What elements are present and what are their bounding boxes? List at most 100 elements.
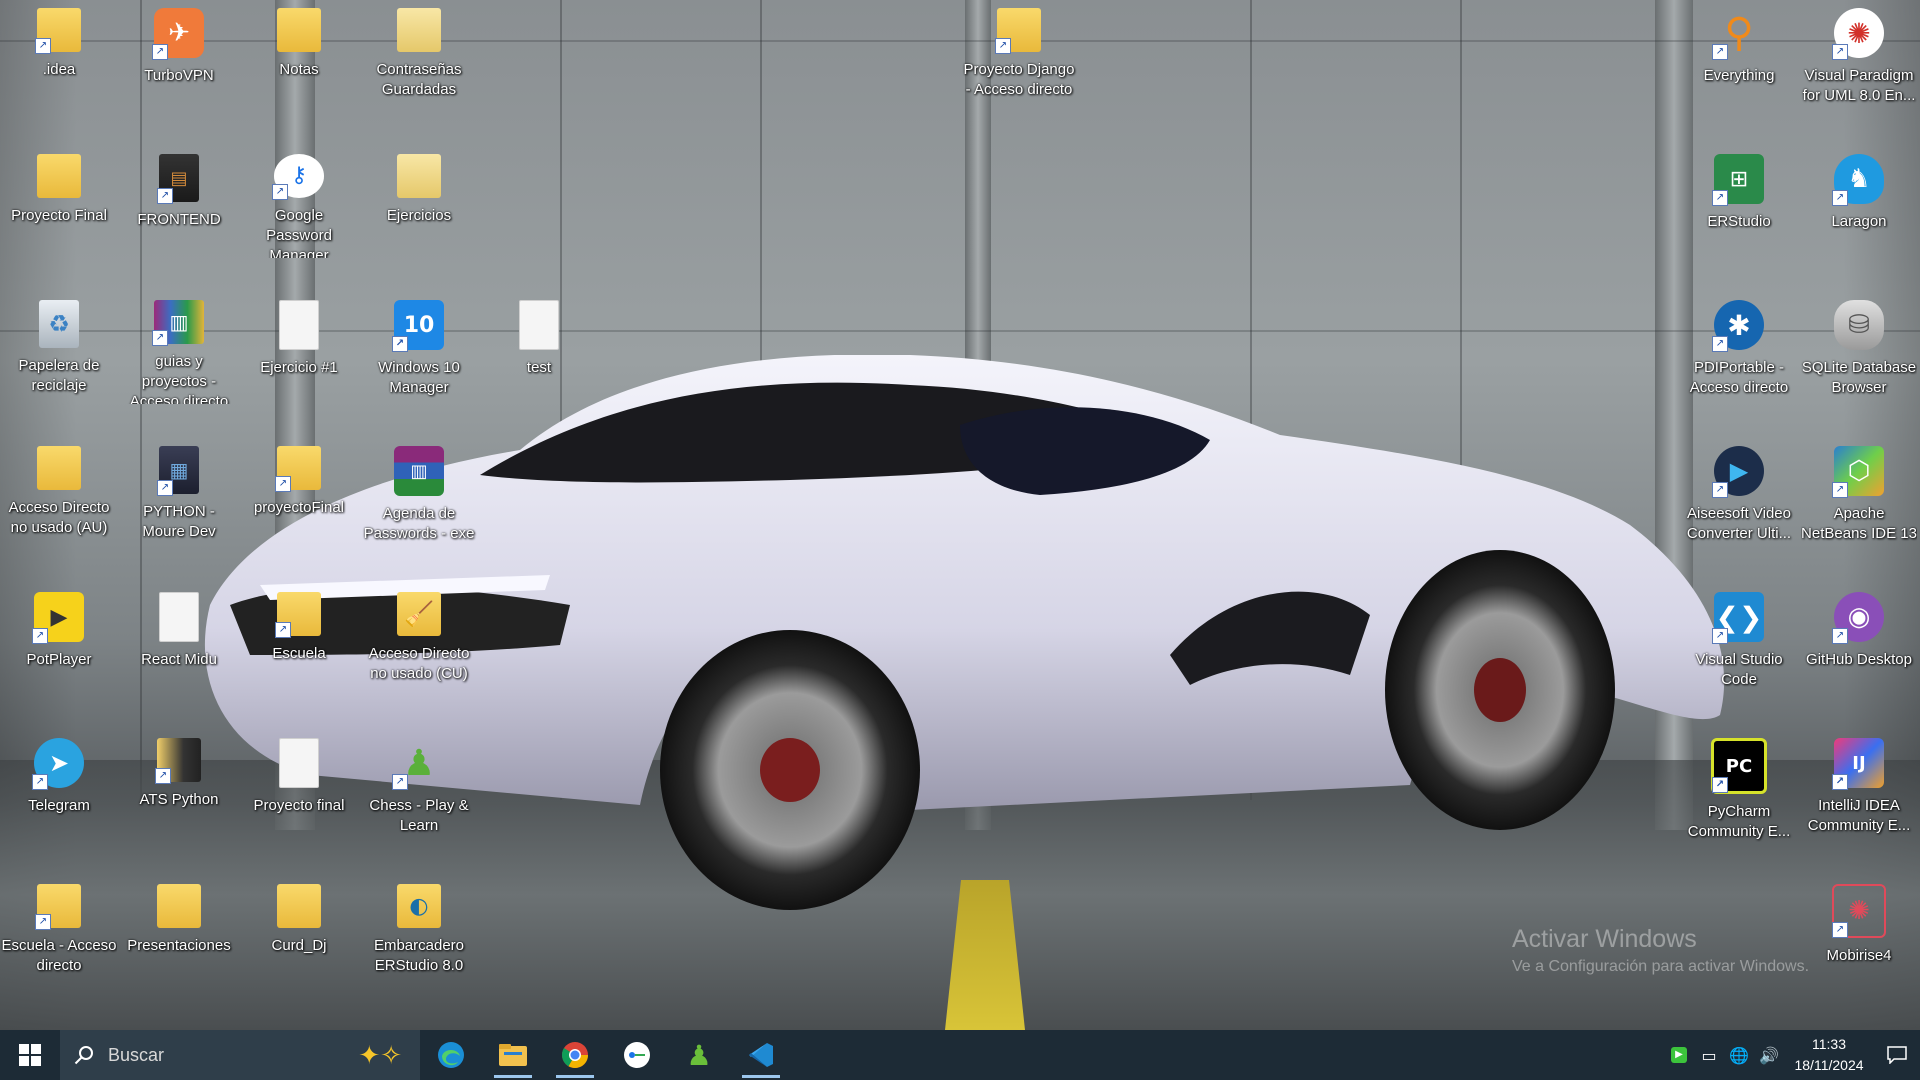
desktop-icon-ejercicios[interactable]: Ejercicios [361, 146, 477, 258]
taskbar-chess[interactable]: ♟ [668, 1030, 730, 1080]
desktop-icon-chess[interactable]: ♟ ↗ Chess - Play & Learn [361, 730, 477, 842]
icon-label: Agenda de Passwords - exe [363, 505, 475, 542]
edge-icon [438, 1042, 464, 1068]
search-icon [74, 1046, 93, 1065]
desktop-icon-recycle-bin[interactable]: ♻ Papelera de reciclaje [1, 292, 117, 404]
icon-label: Aiseesoft Video Converter Ulti... [1686, 505, 1792, 542]
desktop-icon-netbeans[interactable]: ⬡ ↗ Apache NetBeans IDE 13 [1801, 438, 1917, 550]
search-input[interactable] [106, 1043, 310, 1067]
icon-label: Ejercicios [386, 207, 452, 224]
desktop-icon-potplayer[interactable]: ▶ ↗ PotPlayer [1, 584, 117, 696]
frontend-shortcut-icon: ▤ ↗ [157, 154, 199, 204]
taskbar-chrome[interactable] [544, 1030, 606, 1080]
folder-icon [37, 154, 81, 198]
desktop-icon-react-midu[interactable]: React Midu [121, 584, 237, 696]
desktop-icon-curd-dj[interactable]: Curd_Dj [241, 876, 357, 988]
desktop-icon-everything[interactable]: ⚲ ↗ Everything [1681, 0, 1797, 112]
desktop-icon-ejercicio-1[interactable]: Ejercicio #1 [241, 292, 357, 404]
icon-label: ERStudio [1707, 213, 1771, 230]
netbeans-icon: ⬡ ↗ [1832, 446, 1884, 498]
media-play-icon[interactable]: ▶ [1664, 1030, 1694, 1080]
embarcadero-icon: ◐ [397, 884, 441, 928]
icon-label: Proyecto final [253, 797, 345, 814]
file-icon [519, 300, 559, 350]
desktop-icon-github-desktop[interactable]: ◉ ↗ GitHub Desktop [1801, 584, 1917, 696]
desktop-icon-aiseesoft[interactable]: ▶ ↗ Aiseesoft Video Converter Ulti... [1681, 438, 1797, 550]
activation-watermark: Activar Windows Ve a Configuración para … [1512, 925, 1809, 976]
desktop-icon-test[interactable]: test [481, 292, 597, 404]
desktop-icon-escuela-acceso[interactable]: ↗ Escuela - Acceso directo [1, 876, 117, 988]
desktop-icon-sqlite-browser[interactable]: ⛁ SQLite Database Browser [1801, 292, 1917, 404]
icon-label: FRONTEND [137, 211, 221, 228]
desktop-icon-notas[interactable]: Notas [241, 0, 357, 112]
desktop-icon-pycharm[interactable]: PC ↗ PyCharm Community E... [1681, 730, 1797, 842]
taskbar: ✦✧ ♟ [0, 1030, 1920, 1080]
notification-icon [1887, 1046, 1907, 1064]
taskbar-file-explorer[interactable] [482, 1030, 544, 1080]
desktop-icon-agenda-passwords[interactable]: ▥ Agenda de Passwords - exe [361, 438, 477, 550]
desktop-icon-pdiportable[interactable]: ✱ ↗ PDIPortable - Acceso directo [1681, 292, 1797, 404]
icon-label: Acceso Directo no usado (AU) [8, 499, 110, 536]
telegram-icon: ➤ ↗ [32, 738, 84, 790]
icon-label: Curd_Dj [271, 937, 327, 954]
search-highlight-sparkle-icon[interactable]: ✦✧ [358, 1040, 402, 1071]
folder-icon [37, 446, 81, 490]
sqlite-browser-icon: ⛁ [1834, 300, 1884, 350]
icon-label: Apache NetBeans IDE 13 [1801, 505, 1917, 542]
desktop-icon-escuela[interactable]: ↗ Escuela [241, 584, 357, 696]
taskbar-search[interactable]: ✦✧ [60, 1030, 420, 1080]
desktop-icon-guias[interactable]: ▥ ↗ guias y proyectos - Acceso directo [121, 292, 237, 404]
desktop-icon-google-password-manager[interactable]: ⚷ ↗ Google Password Manager [241, 146, 357, 258]
desktop-icon-proyecto-final[interactable]: Proyecto Final [1, 146, 117, 258]
desktop-icon-embarcadero[interactable]: ◐ Embarcadero ERStudio 8.0 [361, 876, 477, 988]
icon-label: Notas [279, 61, 319, 78]
desktop-icon-proyecto-django[interactable]: ↗ Proyecto Django - Acceso directo [961, 0, 1077, 112]
taskbar-clock[interactable]: 11:33 18/11/2024 [1784, 1034, 1874, 1076]
volume-icon[interactable]: 🔊 [1754, 1030, 1784, 1080]
icon-label: Escuela - Acceso directo [1, 937, 117, 974]
github-desktop-icon: ◉ ↗ [1832, 592, 1884, 644]
icon-label: Ejercicio #1 [260, 359, 338, 376]
icon-label: IntelliJ IDEA Community E... [1807, 797, 1911, 834]
icon-label: Chess - Play & Learn [369, 797, 469, 834]
desktop-icon-erstudio[interactable]: ⊞ ↗ ERStudio [1681, 146, 1797, 258]
start-button[interactable] [0, 1030, 60, 1080]
pdiportable-icon: ✱ ↗ [1712, 300, 1764, 352]
desktop-icon-turbovpn[interactable]: ✈ ↗ TurboVPN [121, 0, 237, 112]
desktop-icon-acceso-cu[interactable]: 🧹 Acceso Directo no usado (CU) [361, 584, 477, 696]
network-globe-icon[interactable]: 🌐 [1724, 1030, 1754, 1080]
activation-subtitle: Ve a Configuración para activar Windows. [1512, 958, 1810, 975]
desktop-icon-intellij[interactable]: IJ ↗ IntelliJ IDEA Community E... [1801, 730, 1917, 842]
folder-icon [397, 154, 441, 198]
desktop-icon-vscode[interactable]: ❮❯ ↗ Visual Studio Code [1681, 584, 1797, 696]
folder-shortcut-icon: ↗ [35, 884, 81, 930]
desktop-icon-presentaciones[interactable]: Presentaciones [121, 876, 237, 988]
desktop-icon-python-mouredev[interactable]: ▦ ↗ PYTHON - Moure Dev [121, 438, 237, 550]
windows-logo-icon [19, 1044, 41, 1066]
folder-shortcut-icon: ↗ [35, 8, 81, 54]
desktop-icon-idea[interactable]: ↗ .idea [1, 0, 117, 112]
desktop-icon-contrasenas[interactable]: Contraseñas Guardadas [361, 0, 477, 112]
taskbar-vscode[interactable] [730, 1030, 792, 1080]
everything-search-icon: ⚲ ↗ [1712, 8, 1764, 60]
taskbar-edge[interactable] [420, 1030, 482, 1080]
desktop-icon-windows10-manager[interactable]: 10 ↗ Windows 10 Manager [361, 292, 477, 404]
folder-shortcut-icon: ↗ [275, 592, 321, 638]
desktop-icon-mobirise[interactable]: ✺ ↗ Mobirise4 [1801, 876, 1917, 988]
desktop-icon-acceso-au[interactable]: Acceso Directo no usado (AU) [1, 438, 117, 550]
taskbar-google-password-manager[interactable] [606, 1030, 668, 1080]
notification-center-button[interactable] [1874, 1030, 1920, 1080]
desktop-icon-ats-python[interactable]: ↗ ATS Python [121, 730, 237, 842]
desktop-icon-visual-paradigm[interactable]: ✺ ↗ Visual Paradigm for UML 8.0 En... [1801, 0, 1917, 112]
icon-label: Everything [1703, 67, 1775, 84]
desktop-icon-frontend[interactable]: ▤ ↗ FRONTEND [121, 146, 237, 258]
icon-label: proyectoFinal [253, 499, 345, 516]
icon-label: Laragon [1831, 213, 1887, 230]
battery-icon[interactable]: ▭ [1694, 1030, 1724, 1080]
desktop-icon-proyectofinal[interactable]: ↗ proyectoFinal [241, 438, 357, 550]
desktop-icon-telegram[interactable]: ➤ ↗ Telegram [1, 730, 117, 842]
desktop-icon-proyecto-final-file[interactable]: Proyecto final [241, 730, 357, 842]
aiseesoft-icon: ▶ ↗ [1712, 446, 1764, 498]
desktop-icon-laragon[interactable]: ♞ ↗ Laragon [1801, 146, 1917, 258]
file-icon [159, 592, 199, 642]
